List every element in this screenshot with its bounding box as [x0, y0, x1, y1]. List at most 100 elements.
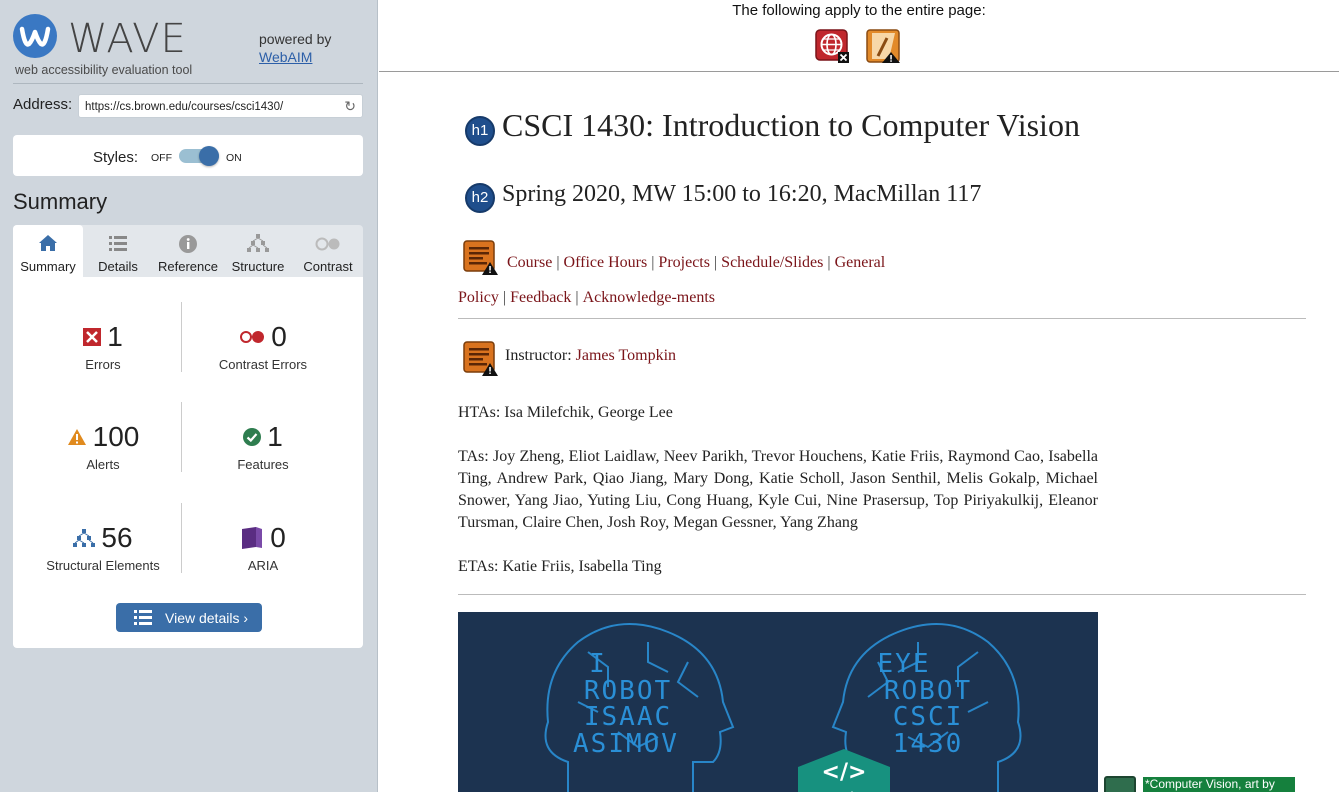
tab-reference[interactable]: Reference	[153, 225, 223, 277]
htas-paragraph: HTAs: Isa Milefchik, George Lee	[458, 404, 673, 421]
tab-contrast-label: Contrast	[303, 259, 353, 274]
alerts-label: Alerts	[86, 457, 120, 472]
alerts-count: 100	[92, 421, 140, 452]
language-error-icon[interactable]	[815, 28, 851, 64]
webaim-link[interactable]: WebAIM	[259, 49, 312, 65]
banner-left-word-3: ISAAC	[584, 702, 672, 732]
tab-structure[interactable]: Structure	[223, 225, 293, 277]
features-count: 1	[267, 421, 283, 452]
nav-link-projects[interactable]: Projects	[658, 254, 710, 271]
contrast-errors-count: 0	[271, 321, 287, 352]
stat-errors[interactable]: 1 Errors	[23, 321, 183, 372]
structural-label: Structural Elements	[46, 558, 160, 573]
view-details-label: View details ›	[165, 610, 249, 626]
wave-brand: WAVE	[68, 16, 187, 62]
tab-summary-label: Summary	[20, 259, 76, 274]
page-level-text: The following apply to the entire page:	[732, 2, 986, 19]
h1-badge-icon[interactable]: h1	[465, 116, 495, 146]
robot-heads-illustration: I ROBOT ISAAC ASIMOV EYE ROBOT CSCI 1430	[544, 623, 1022, 792]
list-icon	[109, 236, 127, 251]
nav-link-acknowledgements[interactable]: Acknowledge-ments	[583, 289, 715, 306]
errors-label: Errors	[85, 357, 121, 372]
stat-aria[interactable]: 0 ARIA	[183, 522, 343, 573]
styles-label: Styles:	[93, 149, 139, 166]
structure-icon	[247, 234, 269, 252]
nav-link-office-hours[interactable]: Office Hours	[564, 254, 648, 271]
banner-right-word-3: CSCI	[893, 702, 964, 732]
banner-right-word-1: EYE	[878, 649, 931, 679]
list-icon	[134, 610, 152, 625]
page-title: CSCI 1430: Introduction to Computer Visi…	[502, 107, 1080, 143]
course-nav: Course | Office Hours | Projects | Schedule/Sl…	[458, 254, 886, 306]
banner-left-word-1: I	[589, 649, 607, 679]
code-badge-symbol: </>	[822, 760, 867, 785]
address-label: Address:	[13, 96, 73, 113]
styles-off-label: OFF	[151, 152, 172, 164]
powered-by: powered by WebAIM	[259, 30, 331, 66]
structural-count: 56	[101, 522, 133, 553]
address-input[interactable]: https://cs.brown.edu/courses/csci1430/ ↻	[78, 94, 363, 118]
tab-reference-label: Reference	[158, 259, 218, 274]
tab-contrast[interactable]: Contrast	[293, 225, 363, 277]
page-subtitle: Spring 2020, MW 15:00 to 16:20, MacMilla…	[502, 181, 982, 207]
page-level-bar: The following apply to the entire page:	[379, 0, 1339, 72]
feature-check-icon	[243, 428, 262, 446]
etas-paragraph: ETAs: Katie Friis, Isabella Ting	[458, 558, 662, 575]
h2-badge-icon[interactable]: h2	[465, 183, 495, 213]
course-banner-image: I ROBOT ISAAC ASIMOV EYE ROBOT CSCI 1430…	[458, 612, 1098, 792]
tas-paragraph: TAs: Joy Zheng, Eliot Laidlaw, Neev Pari…	[458, 448, 1098, 531]
info-icon	[179, 235, 197, 253]
stat-alerts[interactable]: 100 Alerts	[23, 421, 183, 472]
page-content: h1 CSCI 1430: Introduction to Computer V…	[379, 73, 1339, 792]
view-details-button[interactable]: View details ›	[116, 603, 262, 632]
nav-link-feedback[interactable]: Feedback	[510, 289, 571, 306]
aria-label: ARIA	[247, 558, 279, 573]
styles-on-label: ON	[226, 152, 242, 164]
nav-link-course[interactable]: Course	[507, 254, 552, 271]
stat-contrast-errors[interactable]: 0 Contrast Errors	[183, 321, 343, 372]
banner-left-word-4: ASIMOV	[573, 729, 679, 759]
alert-icon	[67, 429, 86, 445]
redundant-link-alert-icon[interactable]	[463, 341, 499, 377]
document-alert-icon[interactable]	[865, 28, 901, 64]
figure-feature-icon[interactable]	[1104, 776, 1136, 792]
stat-structural[interactable]: 56 Structural Elements	[23, 522, 183, 573]
contrast-icon	[315, 237, 340, 251]
contrast-errors-label: Contrast Errors	[218, 357, 308, 372]
nav-link-schedule[interactable]: Schedule/Slides	[721, 254, 823, 271]
code-badge-icon: </> Code	[798, 749, 890, 792]
wave-sidebar: WAVE web accessibility evaluation tool p…	[0, 0, 378, 792]
aria-icon	[242, 527, 263, 549]
instructor-label: Instructor:	[505, 347, 572, 364]
errors-count: 1	[107, 321, 123, 352]
styles-panel: Styles: OFF ON	[13, 135, 363, 176]
wave-logo	[13, 14, 57, 58]
stat-features[interactable]: 1 Features	[183, 421, 343, 472]
tab-details-label: Details	[98, 259, 138, 274]
summary-heading: Summary	[13, 189, 108, 214]
art-credit-tag: *Computer Vision, art by	[1143, 777, 1295, 792]
features-label: Features	[237, 457, 289, 472]
instructor-link[interactable]: James Tompkin	[576, 347, 676, 364]
wave-tagline: web accessibility evaluation tool	[15, 63, 193, 77]
sidebar-divider	[13, 83, 363, 84]
powered-by-text: powered by	[259, 31, 332, 47]
tab-details[interactable]: Details	[83, 225, 153, 277]
tab-structure-label: Structure	[231, 259, 285, 274]
aria-count: 0	[270, 522, 286, 553]
contrast-error-icon	[240, 331, 265, 343]
instructor-line: Instructor: James Tompkin	[505, 345, 1005, 367]
summary-panel: 1 Errors 0 Contrast Errors 100 Alerts 1 …	[13, 277, 363, 648]
structural-icon	[73, 529, 96, 547]
divider	[458, 318, 1306, 319]
home-icon	[39, 235, 57, 251]
styles-toggle-knob[interactable]	[199, 146, 219, 166]
divider	[458, 594, 1306, 595]
refresh-icon[interactable]: ↻	[344, 98, 356, 115]
address-value: https://cs.brown.edu/courses/csci1430/	[85, 101, 284, 113]
banner-right-word-4: 1430	[893, 729, 964, 759]
panel-tabs: Summary Details Reference Structure Cont…	[13, 225, 363, 277]
tab-summary[interactable]: Summary	[13, 225, 83, 277]
wave-logo-icon	[19, 26, 51, 47]
error-icon	[83, 328, 102, 346]
